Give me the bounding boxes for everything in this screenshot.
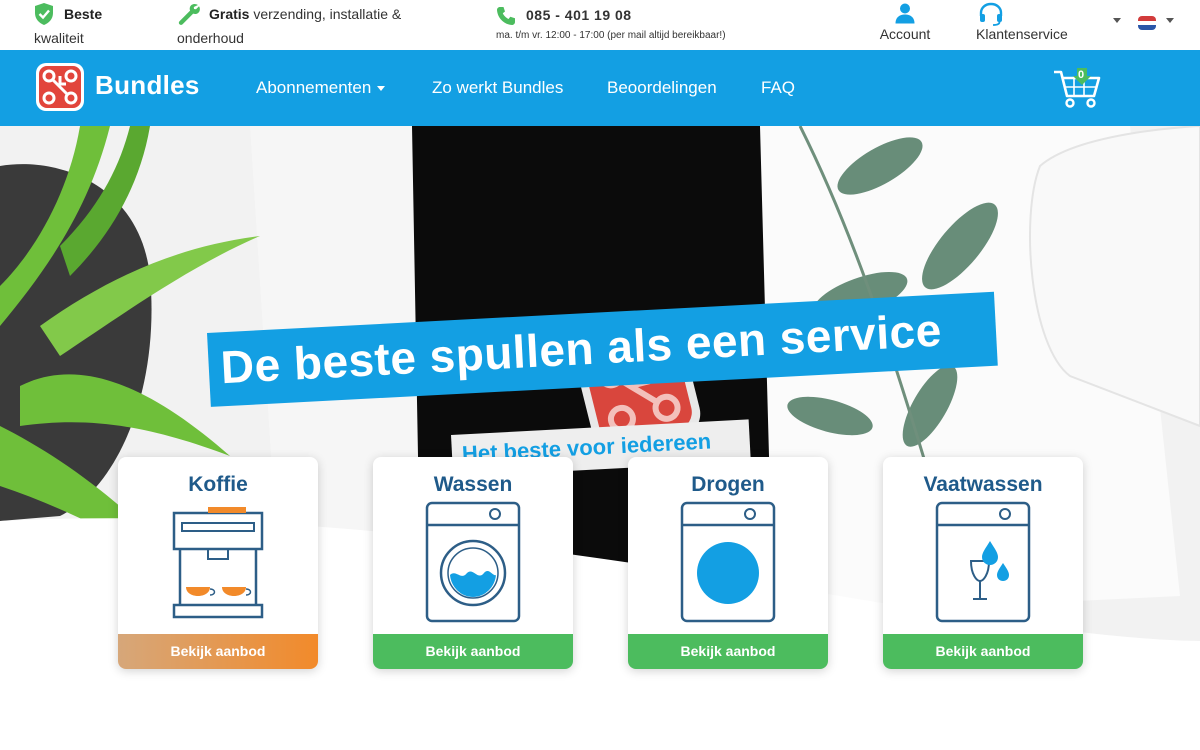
phone-number[interactable]: 085 - 401 19 08 [496,4,726,26]
nav-item-zo-werkt-bundles[interactable]: Zo werkt Bundles [432,78,563,98]
dryer-icon [680,501,776,623]
customer-service-link[interactable]: Klantenservice [976,2,1086,42]
nav-item-abonnementen[interactable]: Abonnementen [256,78,386,98]
phone-block[interactable]: 085 - 401 19 08 ma. t/m vr. 12:00 - 17:0… [496,4,726,44]
cart-icon [1054,68,1101,108]
phone-icon [496,6,516,31]
usp-free-rest1: verzending, installatie & [253,6,402,22]
card-title: Vaatwassen [923,473,1043,496]
nav-item-label: Abonnementen [256,78,372,97]
bundles-logo-icon[interactable] [35,62,85,112]
nav-item-faq[interactable]: FAQ [761,78,795,98]
main-nav: Bundles Abonnementen Zo werkt Bundles Be… [0,50,1200,126]
dishwasher-icon [935,501,1031,623]
shield-check-icon [34,2,54,33]
user-icon [870,2,940,26]
category-card-vaatwassen[interactable]: Vaatwassen Bekijk aanbod [883,457,1083,669]
category-card-wassen[interactable]: Wassen Bekijk aanbod [373,457,573,669]
cart-button[interactable]: 0 [1052,66,1102,110]
card-title: Wassen [433,473,513,496]
nav-item-beoordelingen[interactable]: Beoordelingen [607,78,717,98]
card-button[interactable]: Bekijk aanbod [628,634,828,669]
chevron-down-icon [377,86,386,92]
card-title: Koffie [188,473,248,496]
chevron-down-icon[interactable] [1113,18,1121,23]
top-info-bar: Beste kwaliteit Gratis verzending, insta… [0,0,1200,50]
category-card-drogen[interactable]: Drogen Bekijk aanbod [628,457,828,669]
usp-free-rest2: onderhoud [177,30,244,46]
netherlands-flag-icon[interactable] [1138,16,1156,30]
card-button[interactable]: Bekijk aanbod [373,634,573,669]
usp-quality: Beste kwaliteit [34,2,154,50]
usp-free: Gratis verzending, installatie & onderho… [177,2,447,50]
customer-service-label: Klantenservice [976,26,1068,42]
wrench-icon [177,2,201,33]
category-card-koffie[interactable]: Koffie Bekijk aanbod [118,457,318,669]
headset-icon [976,2,1086,26]
phone-hours: ma. t/m vr. 12:00 - 17:00 (per mail alti… [496,30,726,41]
washing-machine-icon [425,501,521,623]
card-button[interactable]: Bekijk aanbod [118,634,318,669]
account-label: Account [879,26,931,42]
language-chevron-down-icon[interactable] [1166,18,1174,23]
coffee-machine-icon [172,507,264,619]
brand-name[interactable]: Bundles [95,70,200,101]
account-link[interactable]: Account [870,2,940,42]
usp-quality-bold: Beste [64,6,103,22]
usp-free-bold: Gratis [209,6,250,22]
card-title: Drogen [691,473,765,496]
cart-count-badge: 0 [1078,69,1085,81]
card-button[interactable]: Bekijk aanbod [883,634,1083,669]
